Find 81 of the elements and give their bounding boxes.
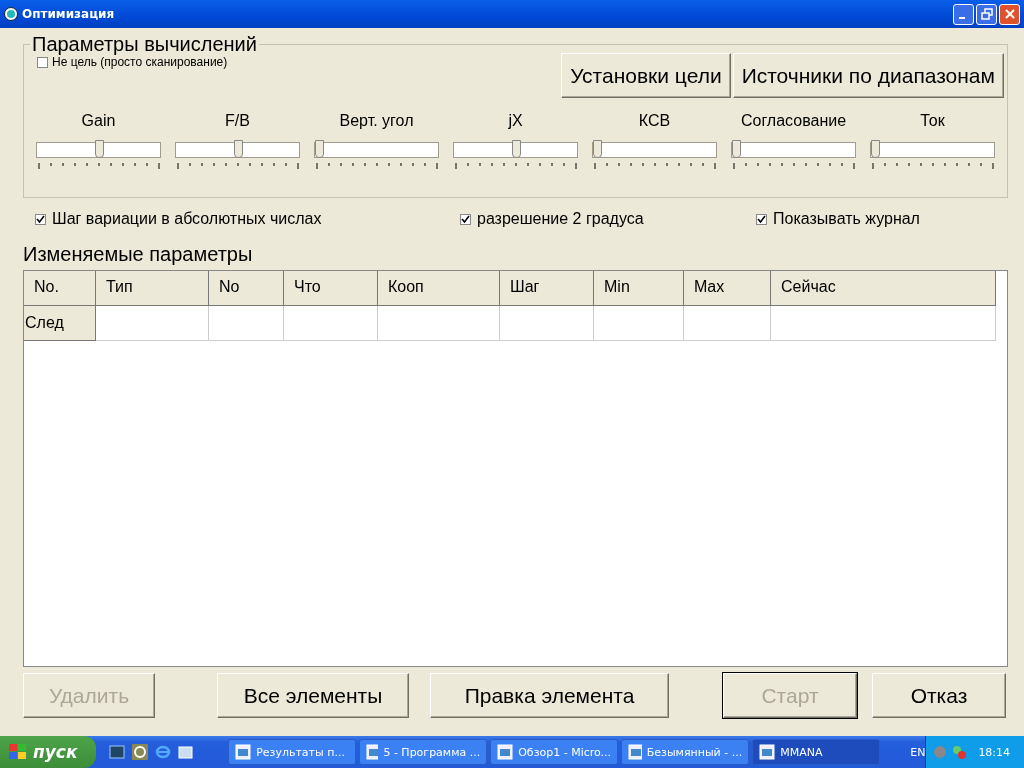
table-cell[interactable]: [209, 306, 284, 341]
window-icon: [235, 744, 252, 760]
app-icon: [4, 7, 18, 21]
window-icon: [628, 744, 642, 760]
window-icon: [366, 744, 379, 760]
slider-thumb[interactable]: [511, 140, 521, 158]
checkbox-label: Показывать журнал: [773, 210, 920, 228]
table-cell[interactable]: [594, 306, 684, 341]
slider-thumb[interactable]: [732, 140, 741, 158]
column-header[interactable]: No: [209, 271, 284, 306]
column-header[interactable]: Шаг: [500, 271, 594, 306]
slider-track[interactable]: [314, 142, 439, 158]
clock: 18:14: [978, 745, 1011, 759]
network-icon[interactable]: [951, 744, 968, 760]
taskbar-button[interactable]: 5 - Программа ...: [359, 739, 488, 765]
slider-track[interactable]: [870, 142, 995, 158]
slider-label: КСВ: [638, 112, 671, 131]
column-header[interactable]: Тип: [96, 271, 209, 306]
close-button[interactable]: [999, 3, 1020, 25]
checkbox-label: разрешение 2 градуса: [477, 210, 644, 228]
restore-icon: [980, 8, 993, 20]
start-button[interactable]: пуск: [0, 736, 96, 768]
slider-thumb[interactable]: [315, 140, 324, 158]
target-button[interactable]: Источники по диапазонам: [732, 53, 1004, 98]
desktop-icon[interactable]: [108, 744, 125, 760]
checkbox[interactable]: [37, 56, 48, 68]
minimize-button[interactable]: [953, 3, 974, 25]
column-header[interactable]: Что: [284, 271, 378, 306]
table-cell[interactable]: [378, 306, 500, 341]
section-title: Изменяемые параметры: [23, 242, 254, 266]
close-icon: [1003, 8, 1016, 20]
checkbox[interactable]: [756, 213, 767, 225]
slider-label: Верт. угол: [339, 112, 414, 131]
slider-track[interactable]: [731, 142, 856, 158]
slider-label: F/B: [225, 112, 250, 131]
taskbar-button[interactable]: Безымянный - ...: [621, 739, 750, 765]
taskbar-button[interactable]: Обзор1 - Micro...: [490, 739, 619, 765]
checkbox-label: Шаг вариации в абсолютных числах: [52, 210, 322, 228]
table-cell[interactable]: [684, 306, 771, 341]
column-header[interactable]: Min: [594, 271, 684, 306]
email-icon[interactable]: [177, 744, 194, 760]
slider-thumb[interactable]: [233, 140, 243, 158]
checkbox[interactable]: [35, 213, 46, 225]
column-header[interactable]: Max: [684, 271, 771, 306]
dialog-button[interactable]: Правка элемента: [430, 673, 669, 718]
table-cell[interactable]: [771, 306, 996, 341]
taskbar-button[interactable]: Результаты п...: [228, 739, 357, 765]
dialog-button[interactable]: Отказ: [872, 673, 1006, 718]
column-header[interactable]: Сейчас: [771, 271, 996, 306]
column-header[interactable]: No.: [24, 271, 96, 306]
table-cell[interactable]: [284, 306, 378, 341]
window-icon: [759, 744, 776, 760]
slider-thumb[interactable]: [593, 140, 602, 158]
slider-track[interactable]: [592, 142, 717, 158]
slider-label: Согласование: [740, 112, 847, 131]
window-title: Оптимизация: [22, 7, 115, 21]
minimize-icon: [959, 17, 965, 19]
language-indicator[interactable]: EN: [910, 745, 926, 759]
slider-track[interactable]: [453, 142, 578, 158]
slider-thumb[interactable]: [94, 140, 104, 158]
dialog-button[interactable]: Все элементы: [217, 673, 409, 718]
checkbox-label: Не цель (просто сканирование): [52, 55, 228, 69]
slider-label: jX: [508, 112, 523, 131]
restore-button[interactable]: [976, 3, 997, 25]
slider-track[interactable]: [175, 142, 300, 158]
slider-track[interactable]: [36, 142, 161, 158]
taskbar-button[interactable]: MMANA: [752, 739, 881, 765]
window-icon: [497, 744, 514, 760]
table-cell[interactable]: [500, 306, 594, 341]
clock-icon[interactable]: [131, 744, 148, 760]
browser-icon[interactable]: [154, 744, 171, 760]
group-title: Параметры вычислений: [30, 33, 259, 55]
windows-logo-icon: [8, 743, 28, 761]
row-header: След: [24, 306, 96, 341]
slider-label: Ток: [920, 112, 945, 131]
checkbox[interactable]: [460, 213, 471, 225]
table-cell[interactable]: [96, 306, 209, 341]
target-button[interactable]: Установки цели: [561, 53, 731, 98]
slider-label: Gain: [81, 112, 116, 131]
column-header[interactable]: Кооп: [378, 271, 500, 306]
slider-thumb[interactable]: [871, 140, 880, 158]
